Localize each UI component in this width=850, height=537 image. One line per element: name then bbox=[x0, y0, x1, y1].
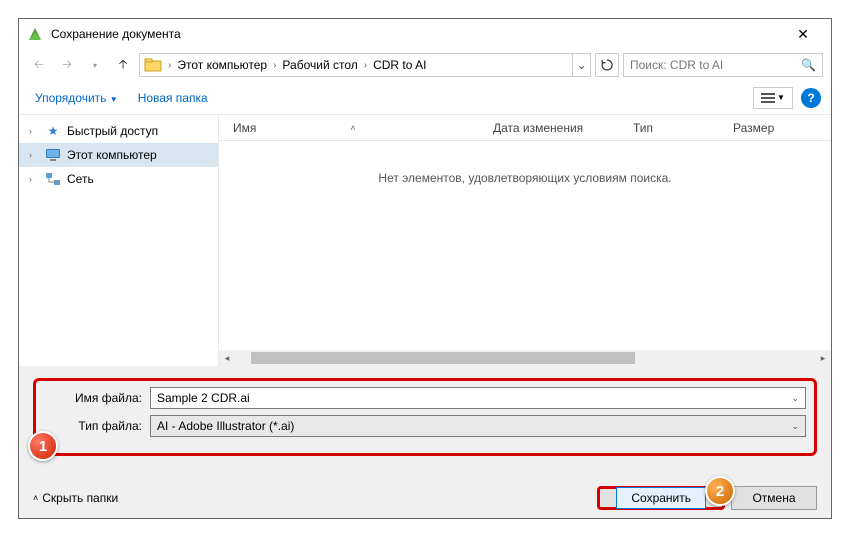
column-type[interactable]: Тип bbox=[633, 121, 733, 135]
nav-bar: 🡠 🡢 ▾ 🡡 › Этот компьютер › Рабочий стол … bbox=[19, 49, 831, 81]
hide-folders-button[interactable]: ˄ Скрыть папки bbox=[33, 491, 118, 505]
sort-asc-icon: ˄ bbox=[350, 123, 355, 133]
column-name[interactable]: Имя˄ bbox=[233, 121, 493, 135]
filename-input[interactable]: Sample 2 CDR.ai ⌄ bbox=[150, 387, 806, 409]
chevron-down-icon[interactable]: ⌄ bbox=[791, 421, 799, 432]
column-headers: Имя˄ Дата изменения Тип Размер bbox=[219, 115, 831, 141]
save-dialog: Сохранение документа ✕ 🡠 🡢 ▾ 🡡 › Этот ко… bbox=[18, 18, 832, 519]
view-options-button[interactable]: ▼ bbox=[753, 87, 793, 109]
chevron-right-icon: › bbox=[271, 60, 278, 71]
filetype-select[interactable]: AI - Adobe Illustrator (*.ai) ⌄ bbox=[150, 415, 806, 437]
network-icon bbox=[45, 171, 61, 187]
recent-dropdown[interactable]: ▾ bbox=[83, 53, 107, 77]
cancel-button[interactable]: Отмена bbox=[731, 486, 817, 510]
help-button[interactable]: ? bbox=[801, 88, 821, 108]
search-input[interactable]: Поиск: CDR to AI 🔍 bbox=[623, 53, 823, 77]
empty-message: Нет элементов, удовлетворяющих условиям … bbox=[219, 141, 831, 185]
sidebar: › ★ Быстрый доступ › Этот компьютер › Се… bbox=[19, 115, 219, 366]
breadcrumb-folder[interactable]: CDR to AI bbox=[369, 58, 430, 72]
chevron-right-icon: › bbox=[29, 174, 39, 184]
breadcrumb-this-pc[interactable]: Этот компьютер bbox=[173, 58, 271, 72]
sidebar-item-quick-access[interactable]: › ★ Быстрый доступ bbox=[19, 119, 218, 143]
star-icon: ★ bbox=[45, 123, 61, 139]
sidebar-item-this-pc[interactable]: › Этот компьютер bbox=[19, 143, 218, 167]
footer: ˄ Скрыть папки Сохранить 2 Отмена bbox=[33, 466, 817, 510]
refresh-button[interactable] bbox=[595, 53, 619, 77]
chevron-down-icon: ▼ bbox=[777, 93, 785, 102]
bottom-panel: Имя файла: Sample 2 CDR.ai ⌄ Тип файла: … bbox=[19, 366, 831, 518]
annotation-callout-1: 1 bbox=[28, 431, 58, 461]
hide-folders-label: Скрыть папки bbox=[42, 491, 118, 505]
filetype-value: AI - Adobe Illustrator (*.ai) bbox=[157, 419, 294, 433]
filename-value: Sample 2 CDR.ai bbox=[157, 391, 250, 405]
annotation-highlight-1: Имя файла: Sample 2 CDR.ai ⌄ Тип файла: … bbox=[33, 378, 817, 456]
chevron-right-icon: › bbox=[29, 126, 39, 136]
sidebar-item-label: Этот компьютер bbox=[67, 148, 157, 162]
annotation-callout-2: 2 bbox=[705, 476, 735, 506]
breadcrumb[interactable]: › Этот компьютер › Рабочий стол › CDR to… bbox=[139, 53, 591, 77]
chevron-right-icon: › bbox=[29, 150, 39, 160]
chevron-down-icon[interactable]: ⌄ bbox=[791, 393, 799, 404]
horizontal-scrollbar[interactable]: ◂ ▸ bbox=[219, 350, 831, 366]
scroll-left-icon[interactable]: ◂ bbox=[219, 350, 235, 366]
toolbar: Упорядочить ▼ Новая папка ▼ ? bbox=[19, 81, 831, 115]
refresh-icon bbox=[601, 59, 613, 71]
dialog-title: Сохранение документа bbox=[51, 27, 783, 41]
search-placeholder: Поиск: CDR to AI bbox=[630, 58, 723, 72]
app-icon bbox=[27, 26, 43, 42]
search-icon: 🔍 bbox=[801, 58, 816, 72]
chevron-right-icon: › bbox=[166, 60, 173, 71]
breadcrumb-desktop[interactable]: Рабочий стол bbox=[278, 58, 361, 72]
up-button[interactable]: 🡡 bbox=[111, 53, 135, 77]
filetype-label: Тип файла: bbox=[44, 419, 150, 433]
chevron-up-icon: ˄ bbox=[33, 493, 38, 503]
forward-button: 🡢 bbox=[55, 53, 79, 77]
column-size[interactable]: Размер bbox=[733, 121, 813, 135]
organize-button[interactable]: Упорядочить ▼ bbox=[29, 87, 124, 109]
close-button[interactable]: ✕ bbox=[783, 26, 823, 43]
back-button[interactable]: 🡠 bbox=[27, 53, 51, 77]
sidebar-item-label: Быстрый доступ bbox=[67, 124, 158, 138]
scroll-right-icon[interactable]: ▸ bbox=[815, 350, 831, 366]
view-icon bbox=[761, 92, 775, 104]
sidebar-item-network[interactable]: › Сеть bbox=[19, 167, 218, 191]
sidebar-item-label: Сеть bbox=[67, 172, 94, 186]
body-area: › ★ Быстрый доступ › Этот компьютер › Се… bbox=[19, 115, 831, 366]
folder-icon bbox=[144, 56, 162, 74]
breadcrumb-dropdown[interactable]: ⌄ bbox=[572, 54, 590, 76]
annotation-highlight-2: Сохранить 2 bbox=[597, 486, 725, 510]
column-date[interactable]: Дата изменения bbox=[493, 121, 633, 135]
file-list-area: Имя˄ Дата изменения Тип Размер Нет элеме… bbox=[219, 115, 831, 366]
scrollbar-thumb[interactable] bbox=[251, 352, 635, 364]
chevron-right-icon: › bbox=[362, 60, 369, 71]
titlebar: Сохранение документа ✕ bbox=[19, 19, 831, 49]
computer-icon bbox=[45, 147, 61, 163]
chevron-down-icon: ▼ bbox=[110, 95, 118, 104]
filename-label: Имя файла: bbox=[44, 391, 150, 405]
new-folder-button[interactable]: Новая папка bbox=[132, 87, 214, 109]
